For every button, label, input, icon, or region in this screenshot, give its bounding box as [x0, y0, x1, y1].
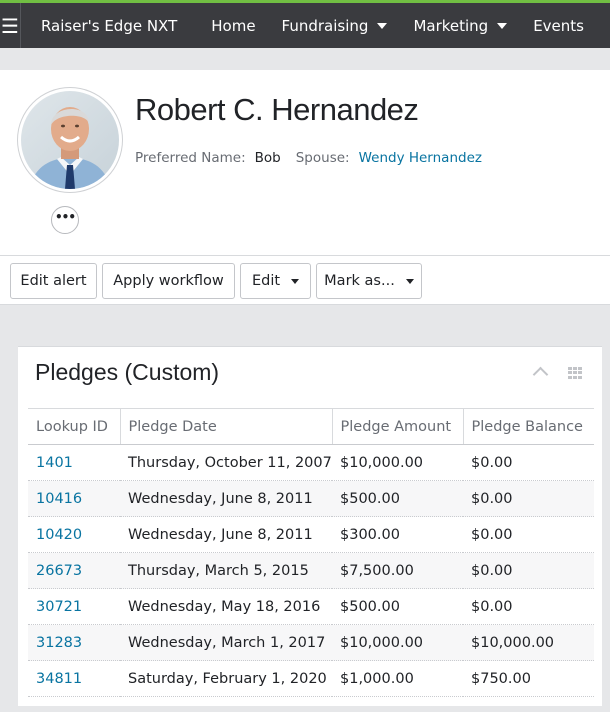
pledge-date-cell: Thursday, March 5, 2015	[120, 552, 332, 589]
column-header-pledge-balance[interactable]: Pledge Balance	[463, 408, 594, 445]
table-row: 10416 Wednesday, June 8, 2011 $500.00 $0…	[28, 480, 594, 517]
table-row: 10420 Wednesday, June 8, 2011 $300.00 $0…	[28, 516, 594, 553]
lookup-id-link[interactable]: 34811	[28, 660, 120, 697]
preferred-name-label: Preferred Name:	[135, 150, 246, 166]
profile-photo	[21, 91, 119, 189]
spouse-label: Spouse:	[295, 150, 350, 166]
chevron-down-icon	[405, 278, 414, 284]
drag-handle-icon[interactable]	[568, 367, 582, 379]
lookup-id-link[interactable]: 26673	[28, 552, 120, 589]
brand-name[interactable]: Raiser's Edge NXT	[41, 17, 177, 35]
edit-label: Edit	[251, 273, 281, 289]
chevron-down-icon	[377, 22, 388, 29]
pledge-amount-cell: $500.00	[332, 480, 463, 517]
pledge-date-cell: Wednesday, March 1, 2017	[120, 624, 332, 661]
nav-marketing-label: Marketing	[413, 16, 489, 35]
mark-as-button[interactable]: Mark as...	[316, 263, 422, 299]
nav-home[interactable]: Home	[211, 17, 255, 35]
column-header-pledge-amount[interactable]: Pledge Amount	[332, 408, 464, 445]
nav-events-label: Events	[533, 16, 584, 35]
pledge-date-cell: Wednesday, June 8, 2011	[120, 516, 332, 553]
nav-fundraising[interactable]: Fundraising	[282, 17, 388, 35]
pledge-balance-cell: $0.00	[463, 444, 594, 481]
pledge-balance-cell: $0.00	[463, 480, 594, 517]
lookup-id-link[interactable]: 31283	[28, 624, 120, 661]
nav-events[interactable]: Events	[533, 17, 584, 35]
mark-as-label: Mark as...	[324, 273, 395, 289]
table-row: 31283 Wednesday, March 1, 2017 $10,000.0…	[28, 624, 594, 661]
pledge-balance-cell: $10,000.00	[463, 624, 594, 661]
edit-alert-label: Edit alert	[20, 273, 87, 289]
tile-title: Pledges (Custom)	[35, 359, 220, 385]
table-row: 1401 Thursday, October 11, 2007 $10,000.…	[28, 444, 594, 481]
lookup-id-link[interactable]: 1401	[28, 444, 120, 481]
pledge-amount-cell: $10,000.00	[332, 444, 463, 481]
menu-icon[interactable]: ☰	[0, 3, 21, 48]
pledges-table: Lookup ID Pledge Date Pledge Amount Pled…	[28, 408, 594, 697]
more-options-icon: •••	[54, 210, 76, 224]
profile-photo-image	[21, 91, 119, 189]
pledge-balance-cell: $0.00	[463, 552, 594, 589]
chevron-down-icon	[291, 278, 300, 284]
edit-button[interactable]: Edit	[240, 263, 311, 299]
constituent-name: Robert C. Hernandez	[135, 92, 419, 127]
collapse-icon[interactable]	[532, 366, 549, 383]
pledge-date-cell: Saturday, February 1, 2020	[120, 660, 332, 697]
preferred-name-value: Bob	[254, 150, 281, 166]
more-options-button[interactable]: •••	[51, 206, 79, 234]
edit-alert-button[interactable]: Edit alert	[10, 263, 97, 299]
nav-fundraising-label: Fundraising	[281, 16, 369, 35]
avatar[interactable]	[18, 88, 122, 192]
pledge-date-cell: Wednesday, May 18, 2016	[120, 588, 332, 625]
nav-marketing[interactable]: Marketing	[413, 16, 508, 35]
nav-home-label: Home	[211, 16, 256, 35]
pledge-balance-cell: $750.00	[463, 660, 594, 697]
table-row: 26673 Thursday, March 5, 2015 $7,500.00 …	[28, 552, 594, 589]
spouse-link[interactable]: Wendy Hernandez	[359, 150, 482, 166]
pledge-amount-cell: $300.00	[332, 516, 463, 553]
table-row: 30721 Wednesday, May 18, 2016 $500.00 $0…	[28, 588, 594, 625]
top-nav: ☰ Raiser's Edge NXT Home Fundraising Mar…	[0, 0, 610, 48]
column-header-pledge-date[interactable]: Pledge Date	[120, 408, 333, 445]
pledges-tile: Pledges (Custom) Lookup ID Pledge Date P…	[18, 346, 602, 706]
table-header-row: Lookup ID Pledge Date Pledge Amount Pled…	[28, 408, 594, 445]
pledge-balance-cell: $0.00	[463, 588, 594, 625]
pledge-balance-cell: $0.00	[463, 516, 594, 553]
pledge-amount-cell: $500.00	[332, 588, 463, 625]
pledge-amount-cell: $1,000.00	[332, 660, 463, 697]
lookup-id-link[interactable]: 30721	[28, 588, 120, 625]
apply-workflow-label: Apply workflow	[113, 273, 224, 289]
table-row: 34811 Saturday, February 1, 2020 $1,000.…	[28, 660, 594, 697]
pledge-date-cell: Wednesday, June 8, 2011	[120, 480, 332, 517]
pledge-amount-cell: $7,500.00	[332, 552, 463, 589]
profile-header: ••• Robert C. Hernandez Preferred Name: …	[0, 70, 610, 255]
apply-workflow-button[interactable]: Apply workflow	[102, 263, 235, 299]
lookup-id-link[interactable]: 10420	[28, 516, 120, 553]
pledge-amount-cell: $10,000.00	[332, 624, 463, 661]
profile-meta: Preferred Name: Bob Spouse: Wendy Hernan…	[135, 150, 482, 166]
action-bar: Edit alert Apply workflow Edit Mark as..…	[0, 255, 610, 305]
pledge-date-cell: Thursday, October 11, 2007	[120, 444, 332, 481]
chevron-down-icon	[497, 22, 508, 29]
lookup-id-link[interactable]: 10416	[28, 480, 120, 517]
column-header-lookup-id[interactable]: Lookup ID	[28, 408, 121, 445]
